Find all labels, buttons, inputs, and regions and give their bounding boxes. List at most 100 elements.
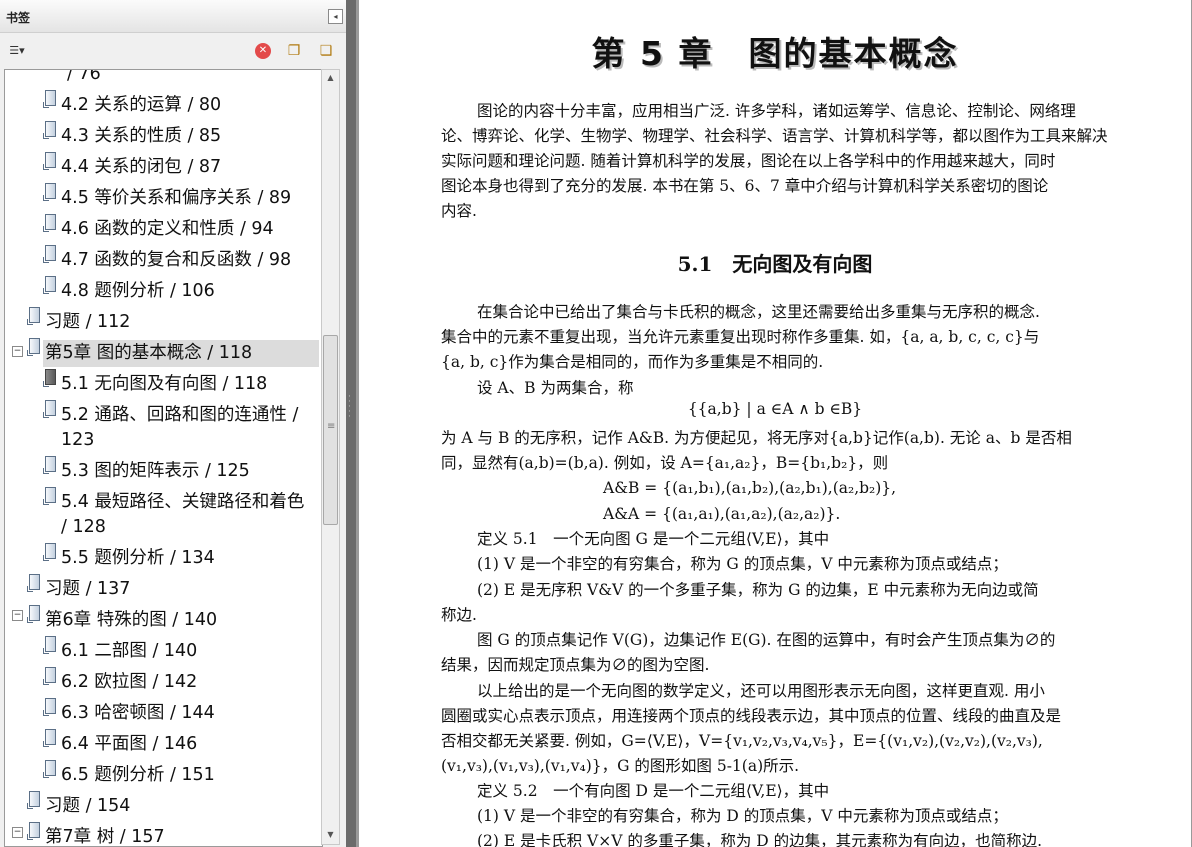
bookmark-icon <box>27 791 40 809</box>
pdf-page: 第 5 章 图的基本概念 图论的内容十分丰富，应用相当广泛. 许多学科，诸如运筹… <box>359 0 1191 847</box>
bookmark-label: 4.6 函数的定义和性质 / 94 <box>61 219 274 239</box>
intro-line: 图论的内容十分丰富，应用相当广泛. 许多学科，诸如运筹学、信息论、控制论、网络理 <box>477 102 1076 120</box>
bookmark-item[interactable]: 5.4 最短路径、关键路径和着色 / 128 <box>61 490 313 540</box>
bookmark-item[interactable]: 6.1 二部图 / 140 <box>61 639 197 664</box>
bookmark-icon <box>43 729 56 747</box>
document-pane[interactable]: 第 5 章 图的基本概念 图论的内容十分丰富，应用相当广泛. 许多学科，诸如运筹… <box>356 0 1192 847</box>
body-line: (v₁,v₃),(v₁,v₃),(v₁,v₄)}，G 的图形如图 5-1(a)所… <box>441 757 800 775</box>
bookmark-icon <box>43 487 56 505</box>
bookmark-label: 4.4 关系的闭包 / 87 <box>61 157 222 177</box>
bookmark-item[interactable]: 6.2 欧拉图 / 142 <box>61 670 197 695</box>
bookmark-icon <box>27 574 40 592</box>
bookmark-label: 6.1 二部图 / 140 <box>61 641 198 661</box>
bookmark-item[interactable]: 第5章 图的基本概念 / 118 <box>45 341 252 366</box>
bookmark-icon <box>43 667 56 685</box>
bookmark-icon <box>43 543 56 561</box>
bookmark-label: 习题 / 137 <box>45 579 131 599</box>
bookmark-item[interactable]: 5.5 题例分析 / 134 <box>61 546 215 571</box>
collapse-toggle-icon[interactable]: − <box>12 346 23 357</box>
bookmark-item[interactable]: 习题 / 154 <box>45 794 130 819</box>
bookmark-item[interactable]: 4.6 函数的定义和性质 / 94 <box>61 217 274 242</box>
bookmark-icon <box>43 90 56 108</box>
scroll-up-icon[interactable]: ▲ <box>322 70 339 86</box>
bookmark-icon <box>27 338 40 356</box>
bookmark-icon <box>43 698 56 716</box>
bookmark-icon <box>43 636 56 654</box>
formula-line: A&B = {(a₁,b₁),(a₁,b₂),(a₂,b₁),(a₂,b₂)}, <box>603 479 897 497</box>
bookmark-item[interactable]: 5.3 图的矩阵表示 / 125 <box>61 459 250 484</box>
bookmark-item[interactable]: 习题 / 112 <box>45 310 130 335</box>
bookmark-label: 5.1 无向图及有向图 / 118 <box>61 374 268 394</box>
bookmark-label: 第6章 特殊的图 / 140 <box>45 610 218 630</box>
body-line: 设 A、B 为两集合，称 <box>477 379 634 397</box>
splitter-grip-icon: · · · · · <box>348 392 351 422</box>
panel-splitter[interactable]: · · · · · <box>346 0 356 847</box>
expand-bookmark-icon[interactable]: ❏ <box>318 43 334 59</box>
current-bookmark-icon <box>43 369 56 387</box>
body-line: 否相交都无关紧要. 例如，G=⟨V,E⟩，V={v₁,v₂,v₃,v₄,v₅}，… <box>441 732 1043 750</box>
body-line: 以上给出的是一个无向图的数学定义，还可以用图形表示无向图，这样更直观. 用小 <box>477 682 1045 700</box>
bookmark-label: 4.2 关系的运算 / 80 <box>61 95 222 115</box>
bookmark-label: / 76 <box>67 69 101 84</box>
collapse-toggle-icon[interactable]: − <box>12 827 23 838</box>
body-line: 圆圈或实心点表示顶点，用连接两个顶点的线段表示边，其中顶点的位置、线段的曲直及是 <box>441 707 1062 725</box>
bookmark-label: 6.2 欧拉图 / 142 <box>61 672 198 692</box>
bookmarks-panel: 书签 ◂ ☰▾ ✕ ❐ ❏ / 76 4.2 关系的运算 / 80 4.3 关系… <box>0 0 346 847</box>
formula-line: A&A = {(a₁,a₁),(a₁,a₂),(a₂,a₂)}. <box>603 505 841 523</box>
bookmark-icon <box>27 307 40 325</box>
new-bookmark-icon[interactable]: ❐ <box>286 43 302 59</box>
bookmarks-title: 书签 <box>6 11 31 25</box>
bookmark-item[interactable]: 5.1 无向图及有向图 / 118 <box>61 372 267 397</box>
collapse-panel-icon[interactable]: ◂ <box>328 9 343 24</box>
definition-line: 定义 5.1 一个无向图 G 是一个二元组⟨V,E⟩，其中 <box>477 530 830 548</box>
bookmark-tree: / 76 4.2 关系的运算 / 80 4.3 关系的性质 / 85 4.4 关… <box>4 69 323 847</box>
bookmark-item[interactable]: 4.3 关系的性质 / 85 <box>61 124 221 149</box>
bookmark-label: 5.2 通路、回路和图的连通性 / 123 <box>61 405 299 450</box>
bookmarks-toolbar: ☰▾ ✕ ❐ ❏ <box>0 33 346 67</box>
body-line: (2) E 是卡氏积 V×V 的多重子集，称为 D 的边集，其元素称为有向边，也… <box>477 832 1043 847</box>
options-menu-icon[interactable]: ☰▾ <box>5 43 29 59</box>
bookmarks-header: 书签 ◂ <box>0 0 346 33</box>
chapter-title: 第 5 章 图的基本概念 <box>591 34 959 73</box>
bookmark-label: 5.4 最短路径、关键路径和着色 / 128 <box>61 492 305 537</box>
scroll-grip-icon: ≡ <box>327 421 336 432</box>
bookmarks-scrollbar[interactable]: ▲ ≡ ▼ <box>321 69 340 845</box>
bookmark-item[interactable]: 6.3 哈密顿图 / 144 <box>61 701 215 726</box>
body-line: 集合中的元素不重复出现，当允许元素重复出现时称作多重集. 如，{a, a, b,… <box>441 328 1040 346</box>
body-line: 结果，因而规定顶点集为∅的图为空图. <box>441 656 710 674</box>
delete-bookmark-icon[interactable]: ✕ <box>255 43 271 59</box>
body-line: (2) E 是无序积 V&V 的一个多重子集，称为 G 的边集，E 中元素称为无… <box>477 581 1039 599</box>
bookmark-label: 4.7 函数的复合和反函数 / 98 <box>61 250 292 270</box>
scroll-down-icon[interactable]: ▼ <box>322 827 339 843</box>
bookmark-icon <box>43 121 56 139</box>
intro-line: 内容. <box>441 202 477 220</box>
body-line: 同，显然有(a,b)=(b,a). 例如，设 A={a₁,a₂}，B={b₁,b… <box>441 454 889 472</box>
body-line: (1) V 是一个非空的有穷集合，称为 G 的顶点集，V 中元素称为顶点或结点； <box>477 555 1008 573</box>
collapse-toggle-icon[interactable]: − <box>12 610 23 621</box>
bookmark-icon <box>43 456 56 474</box>
scroll-thumb[interactable]: ≡ <box>323 335 338 525</box>
bookmark-icon <box>43 152 56 170</box>
bookmark-label: 6.5 题例分析 / 151 <box>61 765 215 785</box>
bookmark-item[interactable]: 4.5 等价关系和偏序关系 / 89 <box>61 186 291 211</box>
bookmark-item[interactable]: 5.2 通路、回路和图的连通性 / 123 <box>61 403 311 453</box>
bookmark-item[interactable]: 第7章 树 / 157 <box>45 825 165 846</box>
bookmark-item[interactable]: 第6章 特殊的图 / 140 <box>45 608 217 633</box>
bookmark-icon <box>43 183 56 201</box>
definition-line: 定义 5.2 一个有向图 D 是一个二元组⟨V,E⟩，其中 <box>477 782 830 800</box>
bookmark-item[interactable]: 习题 / 137 <box>45 577 130 602</box>
bookmark-label: 6.3 哈密顿图 / 144 <box>61 703 215 723</box>
bookmark-icon <box>27 605 40 623</box>
bookmark-label: 5.5 题例分析 / 134 <box>61 548 215 568</box>
body-line: 图 G 的顶点集记作 V(G)，边集记作 E(G). 在图的运算中，有时会产生顶… <box>477 631 1056 649</box>
bookmark-item[interactable]: 4.7 函数的复合和反函数 / 98 <box>61 248 291 273</box>
bookmark-item[interactable]: 6.4 平面图 / 146 <box>61 732 197 757</box>
bookmark-item[interactable]: 4.2 关系的运算 / 80 <box>61 93 221 118</box>
bookmark-item[interactable]: 4.8 题例分析 / 106 <box>61 279 215 304</box>
bookmark-item[interactable]: 6.5 题例分析 / 151 <box>61 763 215 788</box>
bookmark-label: 5.3 图的矩阵表示 / 125 <box>61 461 250 481</box>
bookmark-icon <box>27 822 40 840</box>
bookmark-item[interactable]: 4.4 关系的闭包 / 87 <box>61 155 221 180</box>
bookmark-item[interactable]: / 76 <box>67 69 101 87</box>
bookmark-icon <box>43 245 56 263</box>
